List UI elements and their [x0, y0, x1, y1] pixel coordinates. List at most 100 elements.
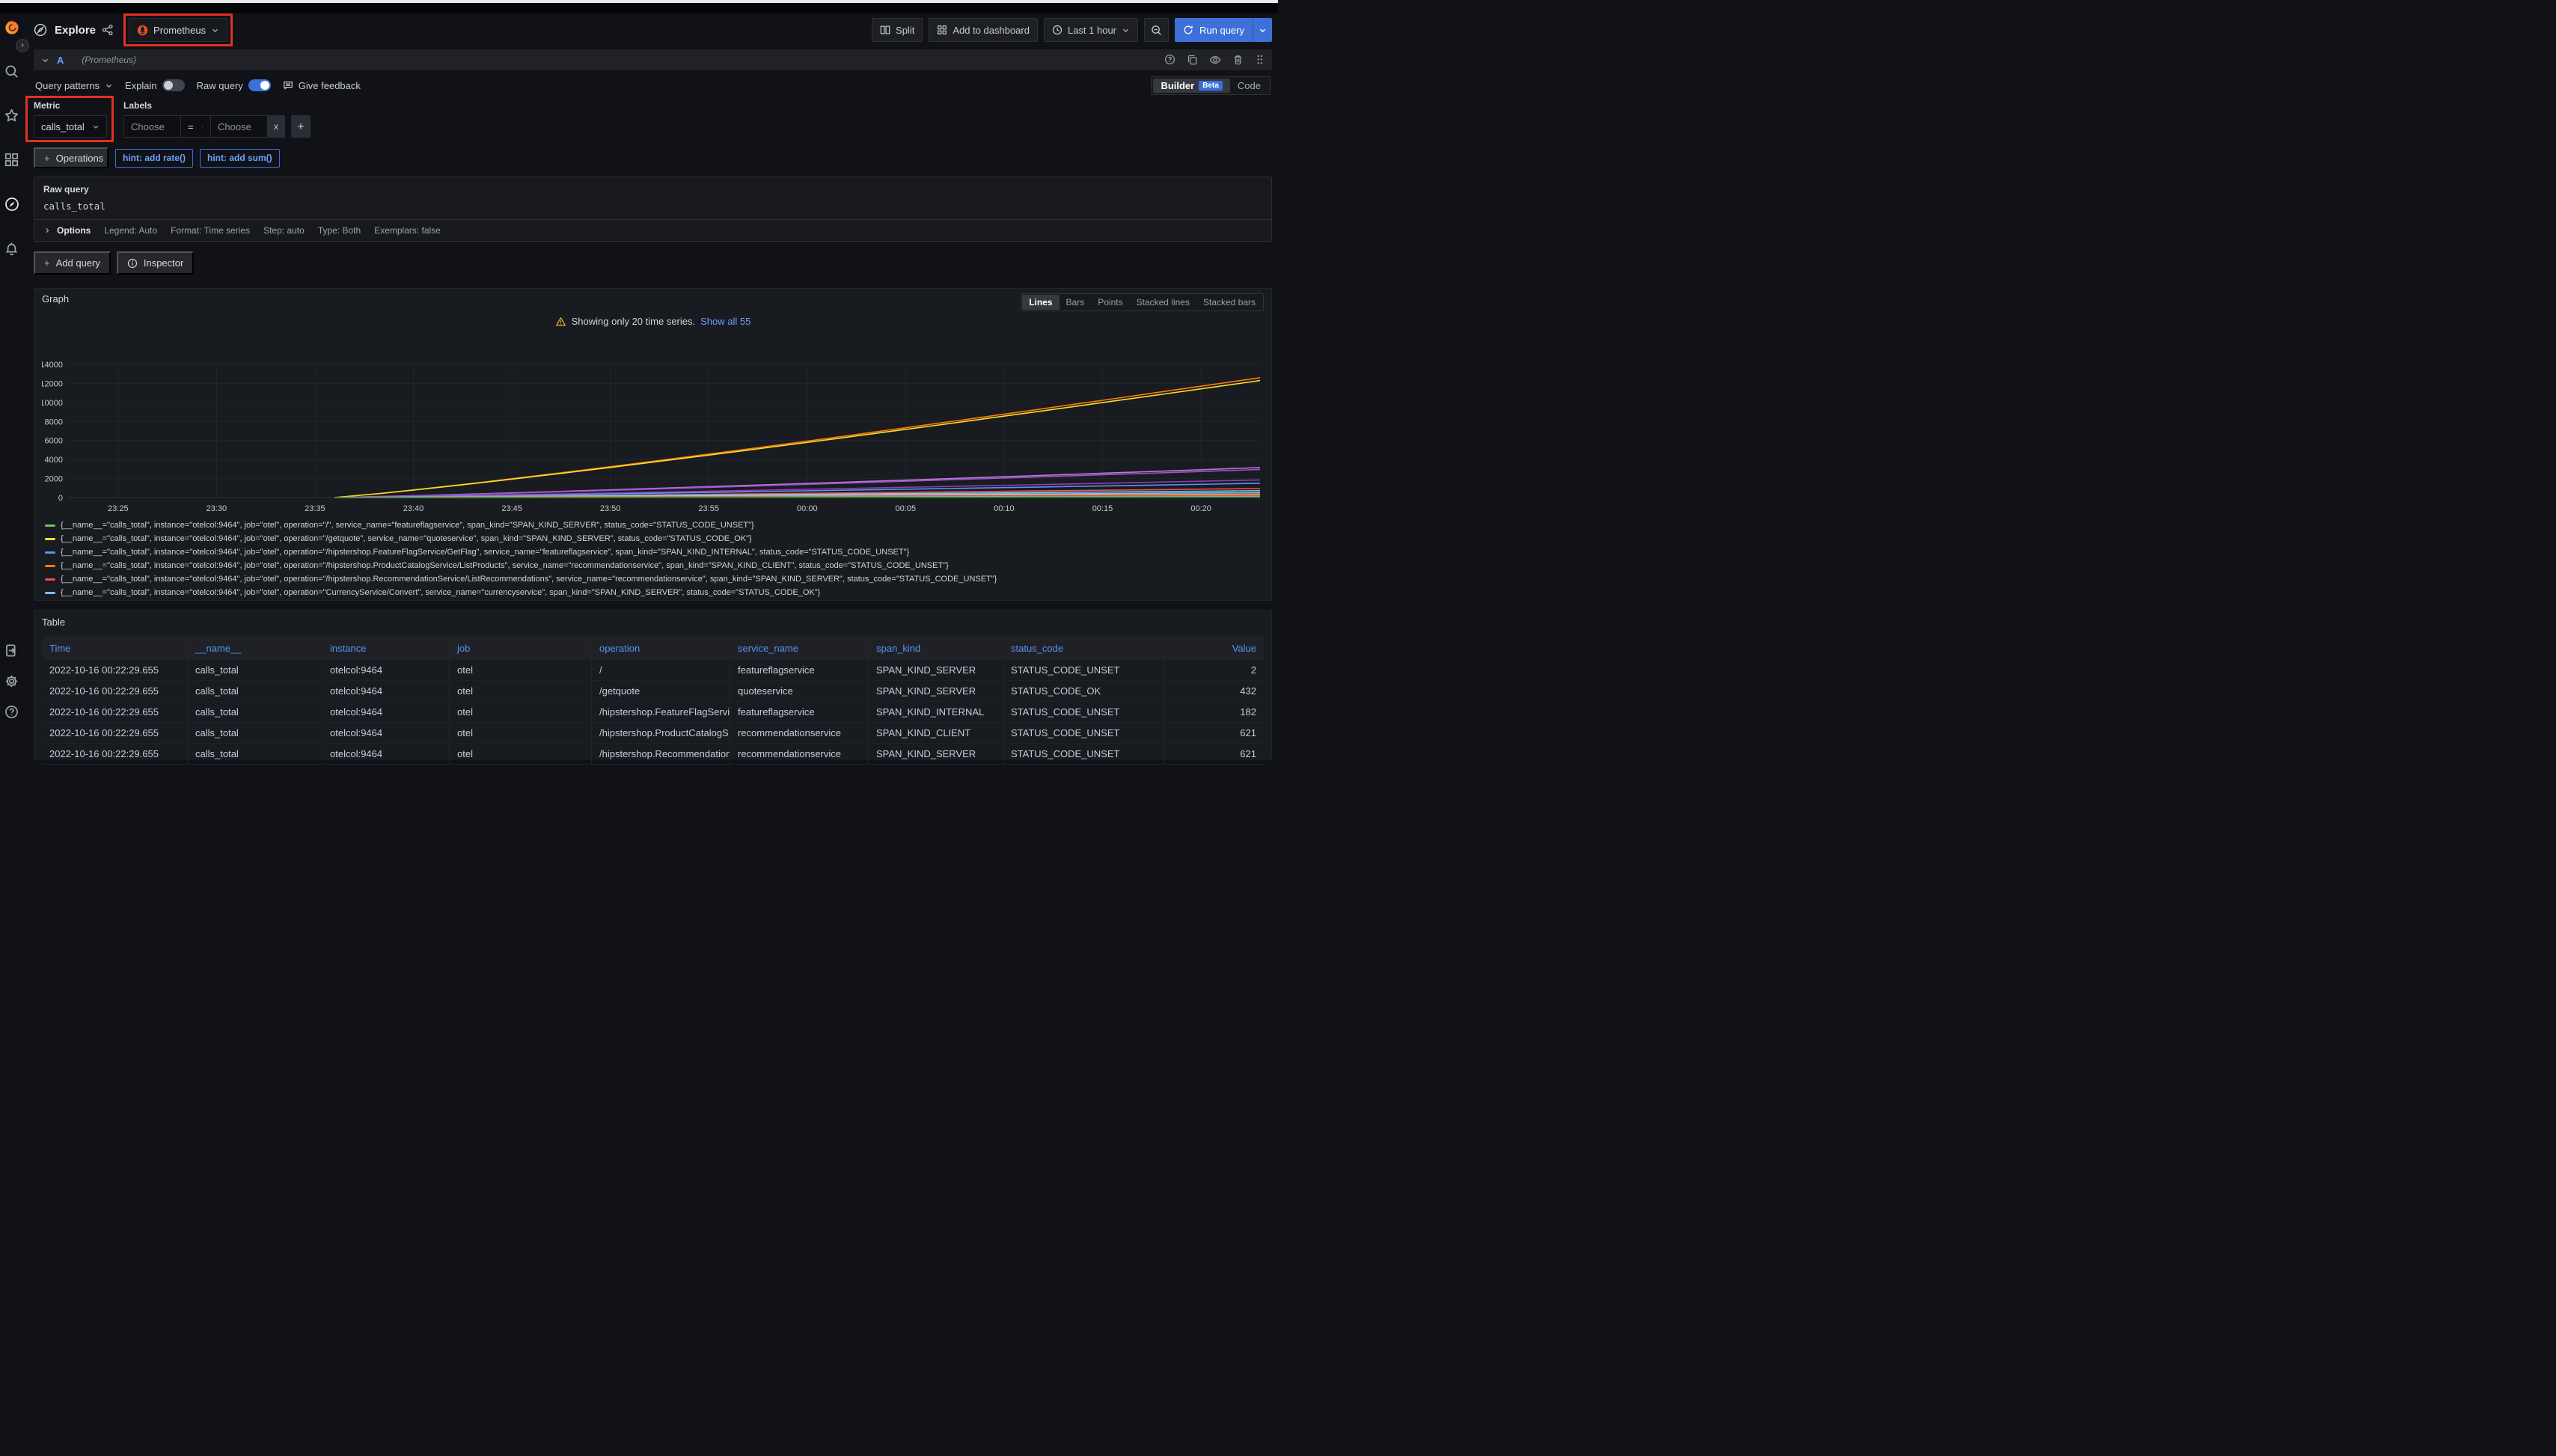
builder-mode-tab[interactable]: Builder Beta	[1153, 79, 1229, 93]
info-icon	[127, 258, 138, 269]
table-panel: Table Time__name__instancejoboperationse…	[34, 610, 1272, 759]
table-row: 2022-10-16 00:22:29.655calls_totalotelco…	[42, 702, 1264, 723]
option-summary-item: Format: Time series	[171, 225, 250, 236]
add-query-button[interactable]: + Add query	[34, 251, 111, 275]
chevron-down-icon	[1122, 26, 1130, 34]
legend-item[interactable]: {__name__="calls_total", instance="otelc…	[45, 519, 1264, 532]
page-title: Explore	[55, 24, 96, 37]
table-column-header[interactable]: status_code	[1003, 637, 1164, 659]
table-column-header[interactable]: __name__	[188, 637, 322, 659]
explain-toggle[interactable]	[162, 79, 185, 91]
query-hint-button[interactable]: hint: add sum()	[200, 149, 280, 168]
chevron-down-icon	[201, 123, 204, 131]
collapse-chevron-icon[interactable]	[41, 56, 49, 64]
legend-item[interactable]: {__name__="calls_total", instance="otelc…	[45, 545, 1264, 559]
sign-in-icon[interactable]	[4, 643, 19, 658]
table-cell: otel	[450, 723, 592, 743]
add-to-dashboard-button[interactable]: Add to dashboard	[929, 18, 1038, 42]
top-navbar: Explore Prometheus	[23, 13, 1278, 46]
legend-swatch	[45, 565, 55, 567]
search-icon[interactable]	[4, 64, 19, 79]
table-column-header[interactable]: service_name	[730, 637, 869, 659]
table-cell: calls_total	[188, 723, 322, 743]
query-hint-button[interactable]: hint: add rate()	[115, 149, 193, 168]
chevron-right-icon	[43, 227, 51, 234]
add-label-filter-button[interactable]: +	[291, 115, 311, 138]
table-row: 2022-10-16 00:22:29.655calls_totalotelco…	[42, 744, 1264, 765]
graph-mode-tab-bars[interactable]: Bars	[1060, 295, 1092, 310]
dashboards-icon[interactable]	[4, 153, 19, 167]
query-patterns-label: Query patterns	[35, 80, 100, 91]
table-cell: SPAN_KIND_CLIENT	[869, 723, 1003, 743]
legend-swatch	[45, 524, 55, 527]
label-value-select[interactable]: Choose	[210, 115, 267, 138]
label-key-select[interactable]: Choose	[123, 115, 180, 138]
star-icon[interactable]	[4, 108, 19, 123]
graph-mode-tab-stacked-lines[interactable]: Stacked lines	[1130, 295, 1196, 310]
legend-item[interactable]: {__name__="calls_total", instance="otelc…	[45, 532, 1264, 545]
table-cell: quoteservice	[730, 681, 869, 701]
chevron-down-icon	[105, 82, 113, 90]
add-operation-button[interactable]: + Operations	[34, 147, 108, 168]
hide-response-eye-icon[interactable]	[1209, 54, 1221, 66]
run-query-button[interactable]: Run query	[1175, 18, 1272, 42]
remove-label-filter-button[interactable]: x	[267, 115, 285, 138]
series-limit-warning: Showing only 20 time series. Show all 55	[42, 316, 1264, 327]
duplicate-query-icon[interactable]	[1187, 54, 1198, 66]
svg-text:23:35: 23:35	[305, 504, 325, 513]
editor-mode-switcher: Builder Beta Code	[1151, 76, 1271, 95]
prometheus-logo-icon	[137, 25, 148, 36]
table-column-header[interactable]: Value	[1164, 637, 1264, 659]
query-help-icon[interactable]	[1164, 54, 1175, 66]
table-cell: /getquote	[592, 681, 730, 701]
sidebar-expand-button[interactable]: ›	[16, 39, 29, 52]
inspector-button[interactable]: Inspector	[117, 251, 194, 275]
table-column-header[interactable]: span_kind	[869, 637, 1003, 659]
table-column-header[interactable]: Time	[42, 637, 188, 659]
help-icon[interactable]	[4, 705, 19, 719]
table-column-header[interactable]: instance	[322, 637, 450, 659]
metric-value: calls_total	[41, 121, 85, 132]
settings-gear-icon[interactable]	[4, 674, 19, 688]
code-mode-tab[interactable]: Code	[1230, 79, 1268, 93]
share-icon[interactable]	[102, 24, 114, 36]
legend-item[interactable]: {__name__="calls_total", instance="otelc…	[45, 572, 1264, 586]
window-titlebar	[0, 3, 1278, 13]
graph-panel: Graph LinesBarsPointsStacked linesStacke…	[34, 288, 1272, 601]
svg-text:8000: 8000	[45, 417, 63, 426]
graph-mode-tab-lines[interactable]: Lines	[1022, 295, 1059, 310]
time-range-picker[interactable]: Last 1 hour	[1044, 18, 1138, 42]
remove-query-trash-icon[interactable]	[1232, 54, 1244, 66]
table-column-header[interactable]: operation	[592, 637, 730, 659]
label-operator-select[interactable]: =	[180, 115, 210, 138]
explore-icon[interactable]	[4, 197, 19, 212]
table-column-header[interactable]: job	[450, 637, 592, 659]
legend-item[interactable]: {__name__="calls_total", instance="otelc…	[45, 559, 1264, 572]
table-cell: calls_total	[188, 702, 322, 722]
query-patterns-dropdown[interactable]: Query patterns	[35, 80, 113, 91]
graph-canvas[interactable]: 0200040006000800010000120001400023:2523:…	[42, 328, 1265, 516]
legend-item[interactable]: {__name__="calls_total", instance="otelc…	[45, 586, 1264, 599]
drag-handle-icon[interactable]	[1255, 54, 1265, 66]
datasource-picker[interactable]: Prometheus	[129, 18, 227, 42]
time-range-label: Last 1 hour	[1068, 25, 1116, 36]
svg-text:23:50: 23:50	[600, 504, 621, 513]
raw-query-toggle[interactable]	[248, 79, 271, 91]
zoom-out-button[interactable]	[1144, 18, 1169, 42]
raw-query-panel: Raw query calls_total	[34, 177, 1272, 220]
labels-label: Labels	[123, 100, 311, 111]
give-feedback-link[interactable]: Give feedback	[283, 80, 361, 91]
graph-mode-tab-stacked-bars[interactable]: Stacked bars	[1196, 295, 1262, 310]
query-options-row[interactable]: Options Legend: AutoFormat: Time seriesS…	[34, 220, 1272, 242]
graph-mode-tab-points[interactable]: Points	[1091, 295, 1129, 310]
metric-select[interactable]: calls_total	[34, 115, 107, 138]
grafana-logo[interactable]	[3, 18, 21, 36]
run-query-caret[interactable]	[1253, 18, 1272, 42]
split-button[interactable]: Split	[872, 18, 923, 42]
warning-text: Showing only 20 time series.	[572, 316, 695, 327]
query-row-header[interactable]: A (Prometheus)	[34, 49, 1272, 70]
table-cell: 2022-10-16 00:22:29.655	[42, 681, 188, 701]
graph-mode-tabs: LinesBarsPointsStacked linesStacked bars	[1021, 293, 1264, 311]
show-all-series-link[interactable]: Show all 55	[700, 316, 750, 327]
alerting-bell-icon[interactable]	[4, 242, 19, 256]
